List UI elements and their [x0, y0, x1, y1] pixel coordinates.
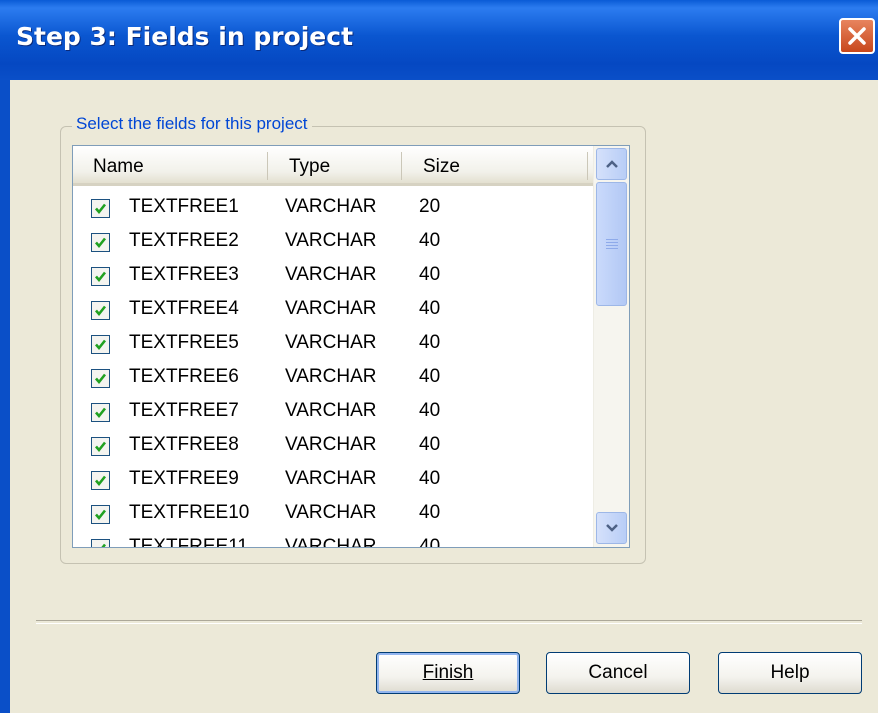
- field-checkbox[interactable]: [91, 199, 110, 218]
- checkmark-icon: [95, 203, 107, 215]
- field-name: TEXTFREE4: [129, 298, 239, 319]
- grip-line: [606, 248, 618, 249]
- field-type: VARCHAR: [285, 196, 377, 217]
- field-checkbox[interactable]: [91, 301, 110, 320]
- checkmark-icon: [101, 543, 107, 547]
- field-name: TEXTFREE5: [129, 332, 239, 353]
- vertical-scrollbar[interactable]: [593, 146, 629, 547]
- footer-divider: [36, 620, 862, 624]
- list-item[interactable]: TEXTFREE4 VARCHAR 40: [73, 296, 593, 330]
- checkmark-icon: [95, 509, 107, 521]
- field-checkbox[interactable]: [91, 233, 110, 252]
- scroll-thumb[interactable]: [596, 182, 627, 306]
- list-item[interactable]: TEXTFREE2 VARCHAR 40: [73, 228, 593, 262]
- field-name: TEXTFREE10: [129, 502, 250, 523]
- field-checkbox[interactable]: [91, 471, 110, 490]
- grip-line: [606, 242, 618, 243]
- field-checkbox[interactable]: [91, 335, 110, 354]
- field-size: 40: [419, 264, 441, 285]
- help-button[interactable]: Help: [718, 652, 862, 694]
- field-name: TEXTFREE1: [129, 196, 239, 217]
- checkmark-icon: [95, 271, 107, 283]
- checkmark-icon: [95, 339, 107, 351]
- groupbox-label: Select the fields for this project: [72, 114, 312, 134]
- field-size: 40: [419, 468, 441, 489]
- checkmark-icon: [95, 237, 107, 249]
- close-button[interactable]: [839, 18, 875, 54]
- grip-line: [606, 239, 618, 240]
- cancel-button[interactable]: Cancel: [546, 652, 690, 694]
- field-type: VARCHAR: [285, 230, 377, 251]
- field-type: VARCHAR: [285, 332, 377, 353]
- field-size: 40: [419, 366, 441, 387]
- field-checkbox[interactable]: [91, 539, 110, 547]
- checkmark-icon: [95, 305, 107, 317]
- field-checkbox[interactable]: [91, 267, 110, 286]
- field-name: TEXTFREE9: [129, 468, 239, 489]
- field-checkbox[interactable]: [91, 437, 110, 456]
- checkmark-icon: [95, 475, 107, 487]
- field-checkbox[interactable]: [91, 505, 110, 524]
- list-item[interactable]: TEXTFREE9 VARCHAR 40: [73, 466, 593, 500]
- field-size: 40: [419, 434, 441, 455]
- arrow-down-icon: [606, 524, 618, 532]
- field-size: 40: [419, 298, 441, 319]
- list-item[interactable]: TEXTFREE7 VARCHAR 40: [73, 398, 593, 432]
- window-title: Step 3: Fields in project: [16, 22, 354, 51]
- field-size: 40: [419, 400, 441, 421]
- field-type: VARCHAR: [285, 264, 377, 285]
- column-header-name[interactable]: Name: [93, 156, 144, 178]
- window-frame-left: [0, 80, 10, 713]
- checkmark-icon: [95, 407, 107, 419]
- field-name: TEXTFREE3: [129, 264, 239, 285]
- field-type: VARCHAR: [285, 502, 377, 523]
- field-size: 40: [419, 230, 441, 251]
- grip-line: [606, 245, 618, 246]
- list-item[interactable]: TEXTFREE5 VARCHAR 40: [73, 330, 593, 364]
- list-item[interactable]: TEXTFREE11 VARCHAR 40: [73, 534, 593, 548]
- title-bar[interactable]: Step 3: Fields in project: [0, 0, 878, 80]
- field-size: 20: [419, 196, 441, 217]
- checkmark-icon: [95, 441, 107, 453]
- field-checkbox[interactable]: [91, 403, 110, 422]
- list-item[interactable]: TEXTFREE1 VARCHAR 20: [73, 194, 593, 228]
- close-icon: [848, 27, 866, 45]
- finish-button-label: Finish: [422, 662, 474, 683]
- finish-button[interactable]: Finish: [376, 652, 520, 694]
- column-separator[interactable]: [267, 152, 268, 180]
- field-name: TEXTFREE2: [129, 230, 239, 251]
- column-separator[interactable]: [587, 152, 588, 180]
- field-name: TEXTFREE7: [129, 400, 239, 421]
- field-name: TEXTFREE11: [129, 536, 248, 548]
- field-type: VARCHAR: [285, 400, 377, 421]
- list-item[interactable]: TEXTFREE8 VARCHAR 40: [73, 432, 593, 466]
- checkmark-icon: [95, 373, 107, 385]
- column-header-type[interactable]: Type: [289, 156, 330, 178]
- list-rows: TEXTFREE1 VARCHAR 20 TEXTFREE2 VARCHAR 40 TEXT…: [73, 194, 593, 548]
- field-type: VARCHAR: [285, 366, 377, 387]
- field-size: 40: [419, 502, 441, 523]
- field-type: VARCHAR: [285, 536, 377, 548]
- field-name: TEXTFREE8: [129, 434, 239, 455]
- list-item[interactable]: TEXTFREE10 VARCHAR 40: [73, 500, 593, 534]
- arrow-up-icon: [606, 160, 618, 168]
- scroll-up-button[interactable]: [596, 148, 627, 180]
- list-item[interactable]: TEXTFREE6 VARCHAR 40: [73, 364, 593, 398]
- list-item[interactable]: TEXTFREE3 VARCHAR 40: [73, 262, 593, 296]
- column-header-size[interactable]: Size: [423, 156, 460, 178]
- field-type: VARCHAR: [285, 468, 377, 489]
- field-size: 40: [419, 332, 441, 353]
- scroll-down-button[interactable]: [596, 512, 627, 544]
- field-type: VARCHAR: [285, 434, 377, 455]
- field-name: TEXTFREE6: [129, 366, 239, 387]
- list-header: Name Type Size: [73, 146, 593, 186]
- field-type: VARCHAR: [285, 298, 377, 319]
- field-checkbox[interactable]: [91, 369, 110, 388]
- fields-list[interactable]: Name Type Size TEXTFREE1 VARCHAR 20 TEXTFRE…: [72, 145, 630, 548]
- field-size: 40: [419, 536, 441, 548]
- column-separator[interactable]: [401, 152, 402, 180]
